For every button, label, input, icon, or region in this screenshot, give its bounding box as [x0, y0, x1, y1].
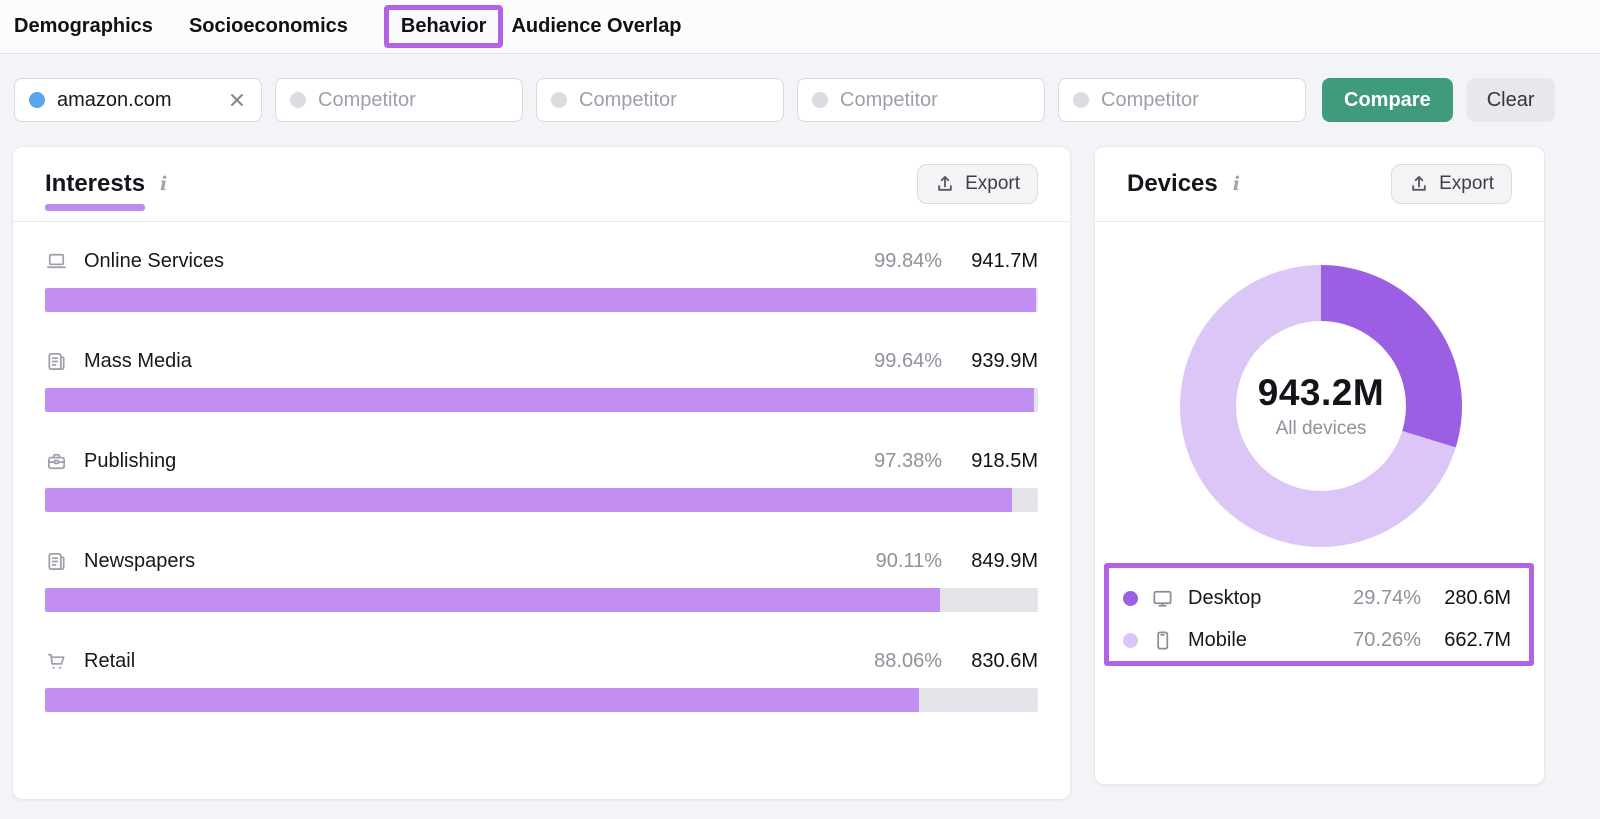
interest-bar-fill	[45, 688, 919, 712]
interest-percent: 90.11%	[852, 550, 942, 573]
interest-bar-track	[45, 688, 1038, 712]
competitor-field-4[interactable]	[1101, 89, 1291, 112]
competitor-input-2	[536, 78, 784, 122]
tab-demographics[interactable]: Demographics	[14, 15, 153, 38]
interest-row-publishing: Publishing 97.38% 918.5M	[45, 422, 1038, 522]
tab-socioeconomics[interactable]: Socioeconomics	[189, 15, 348, 38]
legend-label: Desktop	[1188, 587, 1261, 610]
interests-title-purple-underline	[45, 204, 145, 211]
newspaper-icon	[45, 350, 68, 373]
audience-insights-screen: Demographics Socioeconomics Behavior Aud…	[0, 0, 1600, 819]
devices-total: 943.2M	[1258, 372, 1384, 414]
interest-value: 830.6M	[942, 650, 1038, 673]
info-icon[interactable]: i	[160, 173, 167, 195]
remove-domain-icon[interactable]	[227, 90, 247, 110]
interest-percent: 99.84%	[852, 250, 942, 273]
legend-percent: 70.26%	[1353, 629, 1421, 652]
annotation-box-behavior-tab: Behavior	[384, 5, 504, 48]
interest-value: 939.9M	[942, 350, 1038, 373]
filter-bar: amazon.com Compare Clear	[14, 78, 1586, 122]
legend-percent: 29.74%	[1353, 587, 1421, 610]
newspaper-icon	[45, 550, 68, 573]
legend-label: Mobile	[1188, 629, 1247, 652]
interest-bar-fill	[45, 288, 1036, 312]
competitor-field-3[interactable]	[840, 89, 1030, 112]
interest-percent: 97.38%	[852, 450, 942, 473]
interest-percent: 99.64%	[852, 350, 942, 373]
main-domain-chip[interactable]: amazon.com	[14, 78, 262, 122]
devices-title: Devices	[1127, 170, 1218, 198]
main-domain-label: amazon.com	[57, 89, 227, 112]
devices-total-label: All devices	[1276, 418, 1367, 440]
mobile-icon	[1151, 629, 1174, 652]
domain-color-dot	[29, 92, 45, 108]
legend-value: 662.7M	[1421, 629, 1511, 652]
legend-row-desktop[interactable]: Desktop 29.74% 280.6M	[1123, 577, 1511, 619]
info-icon[interactable]: i	[1233, 173, 1240, 195]
interest-row-online-services: Online Services 99.84% 941.7M	[45, 222, 1038, 322]
interest-label: Retail	[84, 650, 135, 673]
interest-bar-track	[45, 288, 1038, 312]
interest-percent: 88.06%	[852, 650, 942, 673]
interest-value: 941.7M	[942, 250, 1038, 273]
interest-row-newspapers: Newspapers 90.11% 849.9M	[45, 522, 1038, 622]
export-upload-icon	[1409, 174, 1429, 194]
interest-row-mass-media: Mass Media 99.64% 939.9M	[45, 322, 1038, 422]
interest-bar-fill	[45, 388, 1034, 412]
interests-export-button[interactable]: Export	[917, 164, 1038, 204]
competitor-input-1	[275, 78, 523, 122]
competitor-input-4	[1058, 78, 1306, 122]
competitor-color-dot	[812, 92, 828, 108]
desktop-color-dot	[1123, 591, 1138, 606]
interest-value: 849.9M	[942, 550, 1038, 573]
interests-card-header: Interests i Export	[13, 147, 1070, 222]
interest-bar-track	[45, 588, 1038, 612]
devices-card-header: Devices i Export	[1095, 147, 1544, 222]
interest-value: 918.5M	[942, 450, 1038, 473]
interest-bar-track	[45, 488, 1038, 512]
mobile-color-dot	[1123, 633, 1138, 648]
tab-audience-overlap[interactable]: Audience Overlap	[511, 15, 681, 38]
laptop-icon	[45, 250, 68, 273]
cart-icon	[45, 650, 68, 673]
annotation-box-devices-legend: Desktop 29.74% 280.6M Mobile 70.26% 662.…	[1104, 563, 1534, 666]
interest-bar-fill	[45, 588, 940, 612]
desktop-icon	[1151, 587, 1174, 610]
briefcase-icon	[45, 450, 68, 473]
interest-label: Publishing	[84, 450, 176, 473]
export-upload-icon	[935, 174, 955, 194]
interests-card: Interests i Export Online Services 99.84…	[12, 146, 1071, 800]
interests-list: Online Services 99.84% 941.7M Mass Media…	[13, 222, 1070, 722]
competitor-field-1[interactable]	[318, 89, 508, 112]
devices-donut-chart: 943.2M All devices	[1180, 265, 1462, 547]
interest-bar-track	[45, 388, 1038, 412]
competitor-input-3	[797, 78, 1045, 122]
compare-button[interactable]: Compare	[1322, 78, 1453, 122]
legend-row-mobile[interactable]: Mobile 70.26% 662.7M	[1123, 619, 1511, 661]
competitor-color-dot	[290, 92, 306, 108]
tab-behavior[interactable]: Behavior	[401, 15, 487, 38]
legend-value: 280.6M	[1421, 587, 1511, 610]
competitor-field-2[interactable]	[579, 89, 769, 112]
devices-donut-center: 943.2M All devices	[1236, 321, 1406, 491]
devices-card: Devices i Export 943.2M All devices Desk…	[1094, 146, 1545, 785]
interest-label: Online Services	[84, 250, 224, 273]
interests-title: Interests	[45, 170, 145, 198]
competitor-color-dot	[551, 92, 567, 108]
top-nav: Demographics Socioeconomics Behavior Aud…	[0, 0, 1600, 54]
devices-export-button[interactable]: Export	[1391, 164, 1512, 204]
competitor-color-dot	[1073, 92, 1089, 108]
clear-button[interactable]: Clear	[1467, 78, 1555, 122]
interest-row-retail: Retail 88.06% 830.6M	[45, 622, 1038, 722]
interest-label: Mass Media	[84, 350, 192, 373]
interest-label: Newspapers	[84, 550, 195, 573]
interest-bar-fill	[45, 488, 1012, 512]
